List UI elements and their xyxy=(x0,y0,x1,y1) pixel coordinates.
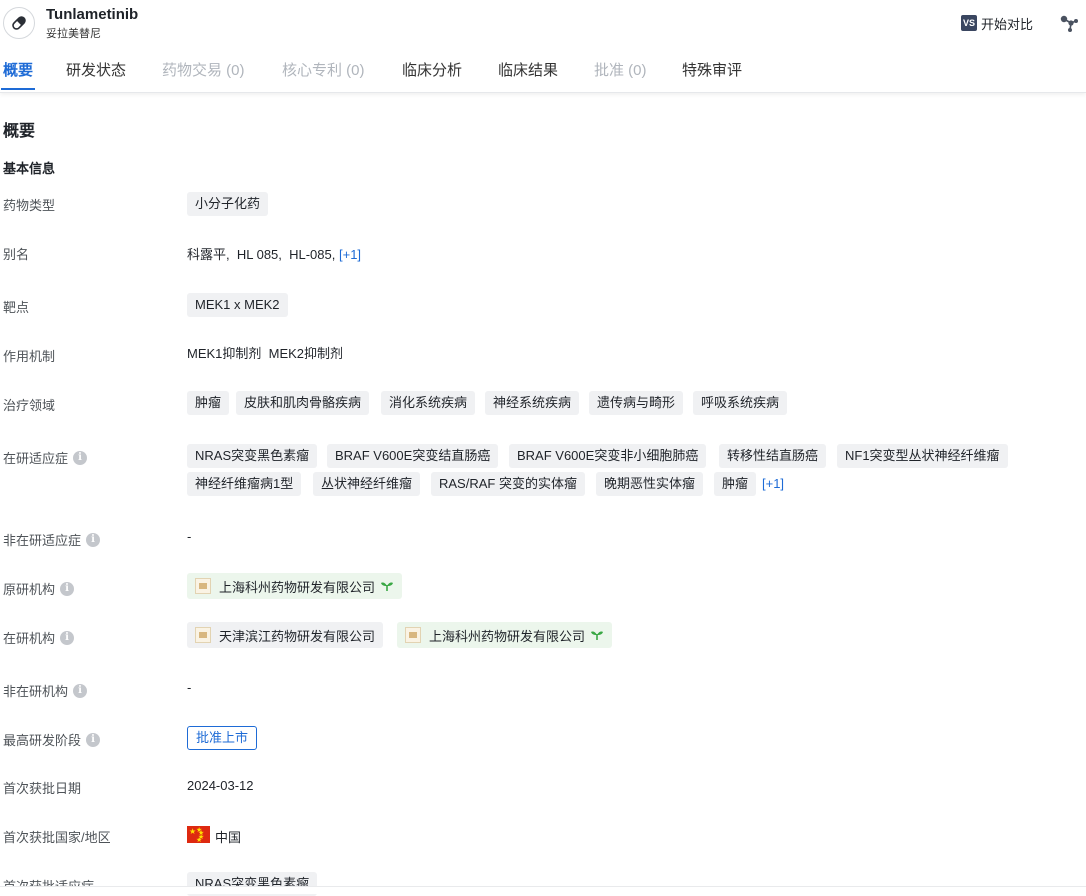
active-org-tag[interactable]: 上海科州药物研发有限公司 xyxy=(397,622,613,648)
pill-icon xyxy=(3,7,35,39)
indication-tag[interactable]: 转移性结直肠癌 xyxy=(719,444,827,468)
first-approval-country-value: 中国 xyxy=(215,830,242,845)
indication-tag[interactable]: BRAF V600E突变结直肠癌 xyxy=(327,444,499,468)
indication-tag[interactable]: 丛状神经纤维瘤 xyxy=(313,472,421,496)
tab-approval[interactable]: 批准 (0) xyxy=(594,58,647,90)
indication-tag[interactable]: NF1突变型丛状神经纤维瘤 xyxy=(837,444,1008,468)
tab-deals[interactable]: 药物交易 (0) xyxy=(162,58,245,90)
therapeutic-area-tag[interactable]: 遗传病与畸形 xyxy=(589,391,684,415)
indication-tag[interactable]: RAS/RAF 突变的实体瘤 xyxy=(431,472,585,496)
indication-tag[interactable]: NRAS突变黑色素瘤 xyxy=(187,444,318,468)
inactive-org-value: - xyxy=(187,680,192,695)
tab-overview[interactable]: 概要 xyxy=(0,58,36,90)
sprout-icon xyxy=(381,582,394,591)
first-approval-date-label: 首次获批日期 xyxy=(3,781,82,796)
active-org-label-text: 在研机构 xyxy=(3,631,56,646)
tab-rd-status[interactable]: 研发状态 xyxy=(66,58,126,90)
info-icon[interactable]: i xyxy=(86,532,101,547)
compare-button[interactable]: VS 开始对比 xyxy=(961,13,1033,33)
therapeutic-area-tag[interactable]: 皮肤和肌肉骨骼疾病 xyxy=(236,391,370,415)
originator-label: 原研机构 i xyxy=(3,579,75,598)
compare-label: 开始对比 xyxy=(981,16,1034,32)
alias-more-link[interactable]: [+1] xyxy=(339,247,361,262)
basic-info-title: 基本信息 xyxy=(3,161,56,176)
inactive-org-label: 非在研机构 i xyxy=(3,681,88,700)
inactive-indication-value: - xyxy=(187,529,192,544)
info-icon[interactable]: i xyxy=(73,683,88,698)
org-name: 上海科州药物研发有限公司 xyxy=(429,628,586,644)
alias-text: 科露平, HL 085, HL-085, xyxy=(187,247,336,262)
info-icon[interactable]: i xyxy=(73,450,88,465)
alias-label: 别名 xyxy=(3,247,30,262)
originator-label-text: 原研机构 xyxy=(3,582,56,597)
section-title: 概要 xyxy=(3,123,36,140)
mechanism-label: 作用机制 xyxy=(3,349,56,364)
sprout-icon xyxy=(591,631,604,640)
drug-subtitle: 妥拉美替尼 xyxy=(46,28,101,40)
company-logo-icon xyxy=(195,578,211,594)
inactive-indication-label-text: 非在研适应症 xyxy=(3,533,82,548)
highest-phase-label: 最高研发阶段 i xyxy=(3,730,101,749)
first-approval-date-value: 2024-03-12 xyxy=(187,778,254,793)
share-icon[interactable] xyxy=(1058,12,1080,39)
tab-special-review[interactable]: 特殊审评 xyxy=(682,58,742,90)
mechanism-value: MEK1抑制剂 MEK2抑制剂 xyxy=(187,346,344,361)
info-icon[interactable]: i xyxy=(60,630,75,645)
indication-more-link[interactable]: [+1] xyxy=(762,476,784,491)
indication-tag[interactable]: 肿瘤 xyxy=(714,472,757,496)
org-name: 天津滨江药物研发有限公司 xyxy=(219,628,376,644)
tab-patents[interactable]: 核心专利 (0) xyxy=(282,58,365,90)
info-icon[interactable]: i xyxy=(60,581,75,596)
indication-tag[interactable]: 神经纤维瘤病1型 xyxy=(187,472,302,496)
highest-phase-label-text: 最高研发阶段 xyxy=(3,733,82,748)
therapeutic-area-tag[interactable]: 消化系统疾病 xyxy=(381,391,476,415)
indication-tag[interactable]: BRAF V600E突变非小细胞肺癌 xyxy=(509,444,707,468)
inactive-org-label-text: 非在研机构 xyxy=(3,684,69,699)
highest-phase-badge: 批准上市 xyxy=(187,726,258,750)
inactive-indication-label: 非在研适应症 i xyxy=(3,530,101,549)
info-icon[interactable]: i xyxy=(86,732,101,747)
active-indication-label-text: 在研适应症 xyxy=(3,451,69,466)
vs-icon: VS xyxy=(961,15,977,31)
therapeutic-area-tag[interactable]: 神经系统疾病 xyxy=(485,391,580,415)
therapeutic-area-tag[interactable]: 肿瘤 xyxy=(187,391,230,415)
first-approval-country-label: 首次获批国家/地区 xyxy=(3,830,111,845)
target-tag[interactable]: MEK1 x MEK2 xyxy=(187,293,288,317)
drug-header: Tunlametinib 妥拉美替尼 VS 开始对比 概要 研发状态 药物交易 … xyxy=(0,0,1086,93)
tab-clinical-analysis[interactable]: 临床分析 xyxy=(402,58,462,90)
alias-value: 科露平, HL 085, HL-085, [+1] xyxy=(187,244,361,263)
china-flag-icon: ★ ★ ★ ★ ★ xyxy=(187,826,210,844)
company-logo-icon xyxy=(195,627,211,643)
drug-type-tag: 小分子化药 xyxy=(187,192,269,216)
org-name: 上海科州药物研发有限公司 xyxy=(219,579,376,595)
therapeutic-area-label: 治疗领域 xyxy=(3,398,56,413)
active-org-tag[interactable]: 天津滨江药物研发有限公司 xyxy=(187,622,384,648)
tab-clinical-results[interactable]: 临床结果 xyxy=(498,58,558,90)
indication-tag[interactable]: 晚期恶性实体瘤 xyxy=(596,472,704,496)
active-org-label: 在研机构 i xyxy=(3,628,75,647)
drug-title: Tunlametinib xyxy=(46,6,139,23)
target-label: 靶点 xyxy=(3,300,30,315)
active-indication-label: 在研适应症 i xyxy=(3,448,88,467)
company-logo-icon xyxy=(405,627,421,643)
originator-org-tag[interactable]: 上海科州药物研发有限公司 xyxy=(187,573,403,599)
therapeutic-area-tag[interactable]: 呼吸系统疾病 xyxy=(693,391,788,415)
drug-type-label: 药物类型 xyxy=(3,198,56,213)
